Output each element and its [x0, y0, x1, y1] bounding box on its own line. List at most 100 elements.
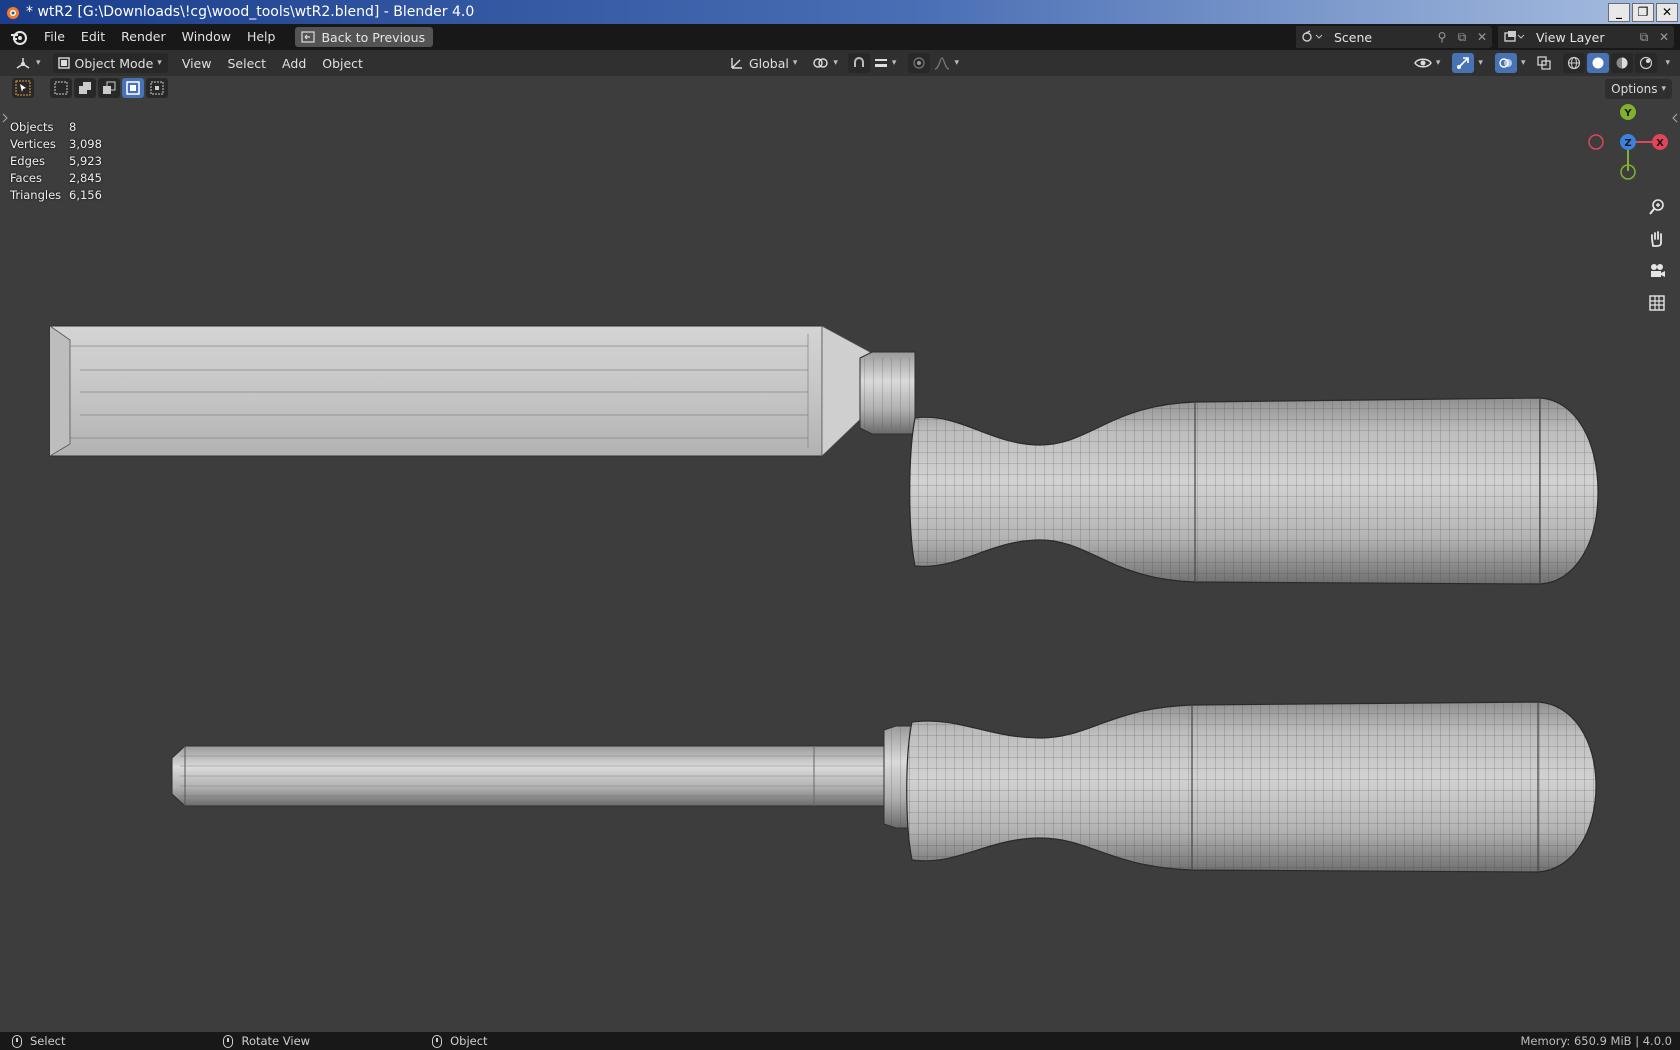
- stat-row: Triangles 6,156: [10, 187, 102, 204]
- chevron-down-icon: ▾: [157, 58, 162, 68]
- view-layer-name[interactable]: View Layer: [1530, 30, 1634, 45]
- grid-ortho-icon[interactable]: [1644, 290, 1670, 316]
- chevron-down-icon: ▾: [1478, 58, 1483, 68]
- show-gizmo-icon[interactable]: [1452, 53, 1475, 73]
- menu-help[interactable]: Help: [239, 26, 284, 48]
- toolbar-toggle-icon[interactable]: [2, 113, 8, 123]
- delete-scene-icon[interactable]: ✕: [1472, 26, 1492, 48]
- rendered-shading-icon[interactable]: [1635, 53, 1658, 73]
- extend-selection-icon[interactable]: [74, 78, 96, 98]
- mode-label: Object Mode: [74, 55, 154, 71]
- options-label: Options: [1611, 82, 1658, 96]
- mode-dropdown[interactable]: Object Mode ▾: [52, 53, 168, 73]
- chevron-down-icon: ▾: [1661, 84, 1666, 94]
- top-bar: File Edit Render Window Help Back to Pre…: [0, 24, 1680, 50]
- stat-label: Faces: [10, 171, 42, 185]
- stat-row: Edges 5,923: [10, 153, 102, 170]
- screwdriver-object[interactable]: [171, 695, 1600, 880]
- 3d-viewport-icon: [16, 58, 30, 69]
- camera-view-icon[interactable]: [1644, 258, 1670, 284]
- menu-edit[interactable]: Edit: [73, 26, 113, 48]
- statistics-overlay: Objects 8 Vertices 3,098 Edges 5,923 Faces 2…: [10, 119, 102, 204]
- menu-file[interactable]: File: [36, 26, 73, 48]
- transform-orientation-dropdown[interactable]: Global ▾: [725, 53, 801, 73]
- stat-value: 8: [69, 120, 77, 134]
- subtract-selection-icon[interactable]: [98, 78, 120, 98]
- snap-toggle-icon[interactable]: [847, 53, 870, 73]
- stat-value: 2,845: [69, 171, 102, 185]
- viewport-menu-object[interactable]: Object: [314, 56, 371, 71]
- restore-icon[interactable]: ❐: [1632, 2, 1654, 22]
- back-to-previous-button[interactable]: Back to Previous: [295, 27, 434, 47]
- solid-shading-icon[interactable]: [1587, 53, 1610, 73]
- pan-hand-icon[interactable]: [1644, 226, 1670, 252]
- intersect-selection-icon[interactable]: [146, 78, 168, 98]
- shading-options-chevron-icon[interactable]: ▾: [1665, 58, 1670, 68]
- pin-icon[interactable]: ⚲: [1432, 26, 1452, 48]
- status-rotate-label: Rotate View: [241, 1034, 311, 1048]
- chevron-down-icon: ▾: [1435, 58, 1441, 68]
- 3d-viewport[interactable]: Y X Z: [0, 100, 1680, 1032]
- scene-icon[interactable]: [1296, 26, 1328, 48]
- gizmos-dropdown[interactable]: ▾: [1448, 53, 1487, 73]
- scene-name[interactable]: Scene: [1328, 30, 1432, 45]
- stat-value: 5,923: [69, 154, 102, 168]
- blender-logo-icon: [7, 7, 19, 19]
- chisel-object[interactable]: [49, 325, 1605, 590]
- minimize-icon[interactable]: _: [1608, 2, 1630, 22]
- stat-row: Faces 2,845: [10, 170, 102, 187]
- proportional-editing-dropdown[interactable]: ▾: [904, 53, 963, 73]
- select-tool-icon[interactable]: [12, 78, 34, 98]
- options-dropdown[interactable]: Options ▾: [1605, 79, 1672, 99]
- close-icon[interactable]: ✕: [1656, 2, 1678, 22]
- menu-render[interactable]: Render: [113, 26, 174, 48]
- show-overlays-icon[interactable]: [1494, 53, 1517, 73]
- gizmo-neg-x-icon[interactable]: [1588, 134, 1604, 150]
- xray-toggle-icon[interactable]: [1533, 53, 1555, 73]
- pivot-icon: [813, 58, 829, 68]
- stat-label: Vertices: [10, 137, 56, 151]
- viewport-menu-view[interactable]: View: [174, 56, 220, 71]
- navigation-gizmo[interactable]: Y X Z: [1588, 104, 1668, 180]
- proportional-edit-icon[interactable]: [908, 53, 931, 73]
- new-scene-icon[interactable]: ⧉: [1452, 26, 1472, 48]
- editor-type-dropdown[interactable]: ▾: [10, 53, 45, 73]
- blender-window: * wtR2 [G:\Downloads\!cg\wood_tools\wtR2…: [0, 0, 1680, 1050]
- chevron-down-icon: ▾: [792, 58, 798, 68]
- falloff-curve-icon: [935, 57, 950, 70]
- viewport-menu-select[interactable]: Select: [219, 56, 274, 71]
- view-layer-icon[interactable]: [1498, 26, 1530, 48]
- status-object-label: Object: [450, 1034, 488, 1048]
- viewport-navigation-tools: [1644, 194, 1670, 316]
- invert-selection-icon[interactable]: [122, 78, 144, 98]
- set-new-selection-icon[interactable]: [50, 78, 72, 98]
- chevron-down-icon: ▾: [1520, 58, 1526, 68]
- viewport-menu-add[interactable]: Add: [274, 56, 314, 71]
- back-to-previous-label: Back to Previous: [321, 29, 426, 45]
- scene-selector[interactable]: Scene ⚲ ⧉ ✕: [1296, 26, 1492, 48]
- status-select-hint: Select: [12, 1034, 65, 1048]
- overlays-dropdown[interactable]: ▾: [1491, 53, 1530, 73]
- gizmo-y-label: Y: [1623, 108, 1632, 119]
- chevron-down-icon: ▾: [891, 58, 897, 68]
- material-shading-icon[interactable]: [1611, 53, 1634, 73]
- snapping-dropdown[interactable]: ▾: [844, 53, 901, 73]
- menu-window[interactable]: Window: [174, 26, 239, 48]
- sidebar-toggle-icon[interactable]: [1672, 113, 1678, 123]
- eye-visibility-icon: [1414, 58, 1432, 68]
- zoom-icon[interactable]: [1644, 194, 1670, 220]
- wireframe-shading-icon[interactable]: [1563, 53, 1586, 73]
- mouse-right-icon: [432, 1034, 443, 1048]
- view-layer-selector[interactable]: View Layer ⧉ ✕: [1498, 26, 1674, 48]
- stat-value: 3,098: [69, 137, 102, 151]
- visibility-dropdown[interactable]: ▾: [1410, 53, 1445, 73]
- title-bar: * wtR2 [G:\Downloads\!cg\wood_tools\wtR2…: [0, 0, 1680, 24]
- window-title: * wtR2 [G:\Downloads\!cg\wood_tools\wtR2…: [26, 4, 475, 20]
- object-mode-icon: [57, 57, 70, 69]
- delete-view-layer-icon[interactable]: ✕: [1654, 26, 1674, 48]
- pivot-point-dropdown[interactable]: ▾: [807, 53, 842, 73]
- chevron-down-icon: ▾: [36, 58, 41, 68]
- blender-menu-icon[interactable]: [8, 26, 30, 48]
- stat-value: 6,156: [69, 188, 102, 202]
- new-view-layer-icon[interactable]: ⧉: [1634, 26, 1654, 48]
